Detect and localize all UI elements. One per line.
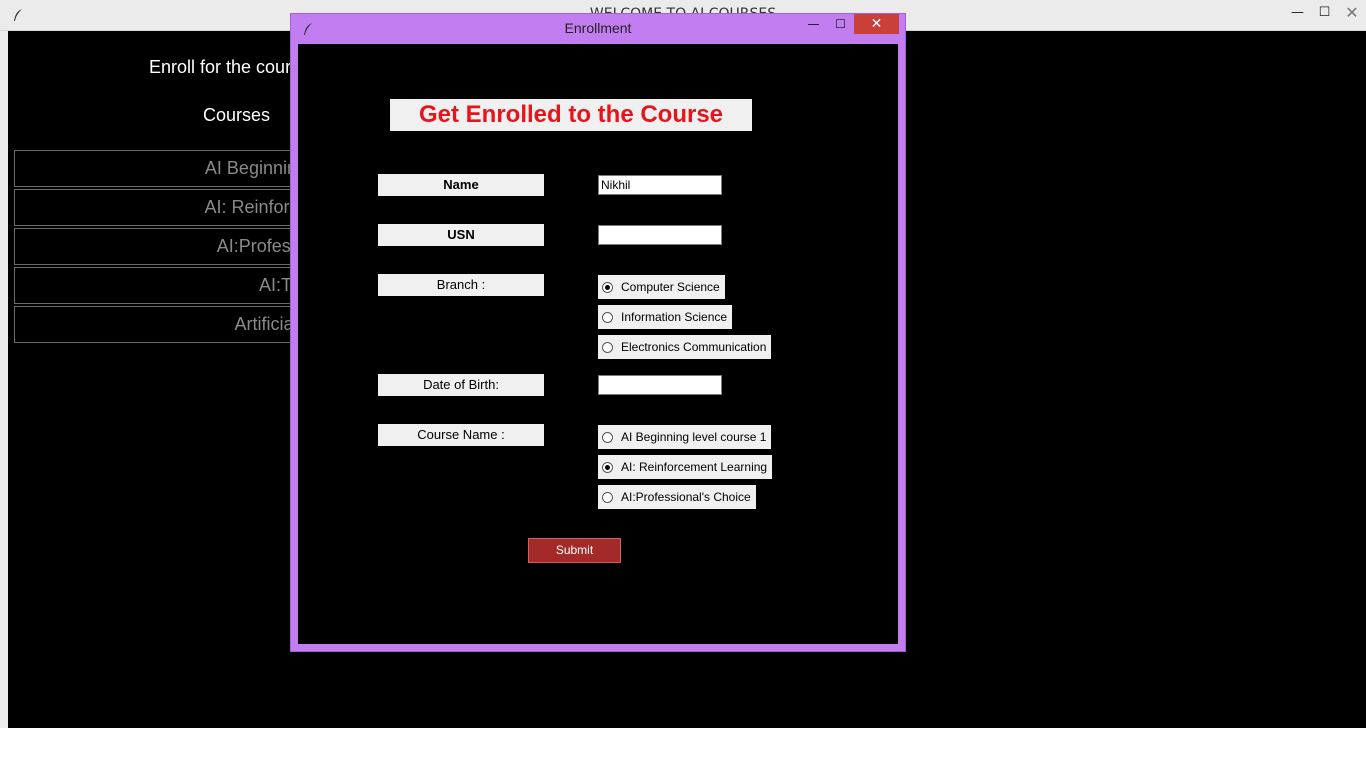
enrollment-titlebar[interactable]: Enrollment — ☐ ✕: [291, 14, 905, 44]
radio-label: Computer Science: [621, 280, 720, 294]
minimize-button[interactable]: —: [1284, 0, 1311, 24]
name-input[interactable]: [598, 175, 722, 195]
course-name-label: Course Name :: [378, 424, 544, 446]
radio-unselected-icon: [602, 491, 613, 503]
enrollment-window: Enrollment — ☐ ✕ Get Enrolled to the Cou…: [290, 13, 906, 652]
dob-label: Date of Birth:: [378, 374, 544, 396]
dob-input[interactable]: [598, 375, 722, 395]
radio-unselected-icon: [602, 431, 613, 443]
enrollment-window-controls: — ☐ ✕: [800, 14, 899, 34]
enrollment-minimize-button[interactable]: —: [800, 14, 827, 34]
enrollment-maximize-button[interactable]: ☐: [827, 14, 854, 34]
usn-label: USN: [378, 224, 544, 246]
branch-label: Branch :: [378, 274, 544, 296]
usn-input[interactable]: [598, 225, 722, 245]
enroll-heading: Enroll for the course: [149, 57, 311, 77]
maximize-button[interactable]: ☐: [1311, 0, 1338, 24]
radio-label: AI:Professional's Choice: [621, 490, 751, 504]
close-button[interactable]: ✕: [1338, 0, 1366, 24]
submit-button[interactable]: Submit: [528, 538, 621, 563]
courses-heading: Courses: [203, 105, 271, 125]
enrollment-form: Get Enrolled to the Course Name USN Bran…: [298, 44, 898, 644]
course-radio-professional[interactable]: AI:Professional's Choice: [598, 485, 756, 509]
radio-selected-icon: [602, 281, 613, 293]
radio-selected-icon: [602, 461, 613, 473]
branch-radio-information-science[interactable]: Information Science: [598, 305, 733, 329]
course-radio-beginning[interactable]: AI Beginning level course 1: [598, 425, 772, 449]
radio-label: AI: Reinforcement Learning: [621, 460, 768, 474]
radio-unselected-icon: [602, 311, 613, 323]
main-window-frame: [0, 31, 8, 728]
branch-radio-electronics-communication[interactable]: Electronics Communication: [598, 335, 772, 359]
form-title: Get Enrolled to the Course: [390, 99, 752, 131]
enrollment-close-button[interactable]: ✕: [854, 14, 899, 34]
radio-label: Electronics Communication: [621, 340, 767, 354]
branch-radio-computer-science[interactable]: Computer Science: [598, 275, 725, 299]
radio-label: Information Science: [621, 310, 728, 324]
radio-label: AI Beginning level course 1: [621, 430, 767, 444]
course-radio-reinforcement[interactable]: AI: Reinforcement Learning: [598, 455, 773, 479]
main-window-controls: — ☐ ✕: [1284, 0, 1366, 24]
name-label: Name: [378, 174, 544, 196]
radio-unselected-icon: [602, 341, 613, 353]
